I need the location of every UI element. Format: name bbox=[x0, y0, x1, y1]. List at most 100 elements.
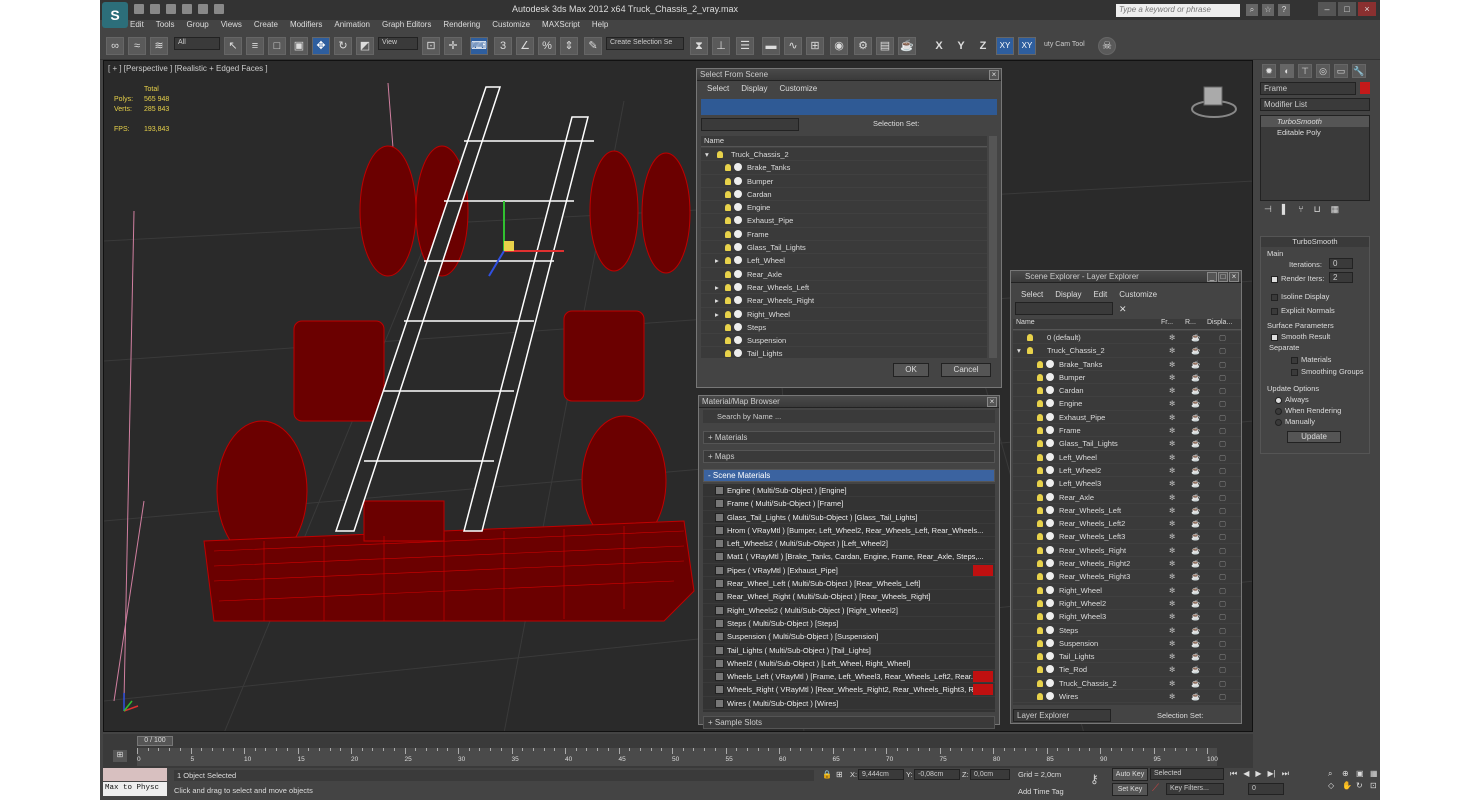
menu-edit[interactable]: Edit bbox=[1093, 290, 1107, 299]
close-button[interactable]: × bbox=[1358, 2, 1376, 16]
y-coordinate-field[interactable]: -0,08cm bbox=[914, 769, 960, 780]
manually-radio[interactable]: Manually bbox=[1275, 417, 1315, 426]
tree-item[interactable]: ▸ Right_Wheel bbox=[701, 308, 987, 321]
material-item[interactable]: Suspension ( Multi/Sub-Object ) [Suspens… bbox=[703, 630, 995, 644]
explicit-normals-checkbox[interactable]: Explicit Normals bbox=[1271, 306, 1335, 315]
angle-snap-icon[interactable]: ∠ bbox=[516, 37, 534, 55]
menu-tools[interactable]: Tools bbox=[156, 20, 175, 32]
key-icon[interactable]: ⚷ bbox=[1090, 772, 1099, 786]
close-icon[interactable]: × bbox=[1229, 272, 1239, 282]
add-time-tag-button[interactable]: Add Time Tag bbox=[1018, 787, 1064, 796]
tree-item[interactable]: ▸ Rear_Wheels_Left bbox=[701, 281, 987, 295]
next-frame-icon[interactable]: ▶| bbox=[1268, 769, 1276, 779]
layer-manager-icon[interactable]: ☰ bbox=[736, 37, 754, 55]
layer-object[interactable]: Brake_Tanks ✻ ☕ ▢ bbox=[1013, 358, 1241, 371]
ribbon-icon[interactable]: ▬ bbox=[762, 37, 780, 55]
layer-object[interactable]: Rear_Wheels_Right ✻ ☕ ▢ bbox=[1013, 544, 1241, 558]
material-item[interactable]: Pipes ( VRayMtl ) [Exhaust_Pipe] bbox=[703, 564, 995, 578]
app-logo-icon[interactable]: S bbox=[102, 2, 128, 28]
close-icon[interactable]: × bbox=[987, 397, 997, 407]
tree-item[interactable]: Rear_Axle bbox=[701, 268, 987, 281]
motion-tab-icon[interactable]: ◎ bbox=[1316, 64, 1330, 78]
tree-item[interactable]: Bumper bbox=[701, 175, 987, 188]
layer-object[interactable]: Rear_Axle ✻ ☕ ▢ bbox=[1013, 491, 1241, 504]
select-manipulate-icon[interactable]: ✛ bbox=[444, 37, 462, 55]
percent-snap-icon[interactable]: % bbox=[538, 37, 556, 55]
menu-customize[interactable]: Customize bbox=[779, 84, 817, 93]
select-rotate-icon[interactable]: ↻ bbox=[334, 37, 352, 55]
smooth-result-checkbox[interactable]: Smooth Result bbox=[1271, 332, 1330, 341]
create-tab-icon[interactable]: ✹ bbox=[1262, 64, 1276, 78]
cam-tool-label[interactable]: uty Cam Tool bbox=[1044, 41, 1085, 48]
search-input[interactable]: Type a keyword or phrase bbox=[1116, 4, 1240, 17]
material-item[interactable]: Wheels_Right ( VRayMtl ) [Rear_Wheels_Ri… bbox=[703, 683, 995, 697]
material-item[interactable]: Steps ( Multi/Sub-Object ) [Steps] bbox=[703, 617, 995, 631]
tree-item[interactable]: Frame bbox=[701, 228, 987, 242]
menu-create[interactable]: Create bbox=[254, 20, 278, 32]
cancel-button[interactable]: Cancel bbox=[941, 363, 991, 377]
current-frame-field[interactable]: 0 bbox=[1248, 783, 1284, 795]
schematic-view-icon[interactable]: ⊞ bbox=[806, 37, 824, 55]
menu-select[interactable]: Select bbox=[1021, 290, 1043, 299]
col-display[interactable]: Displa... bbox=[1207, 319, 1232, 326]
save-icon[interactable] bbox=[166, 4, 176, 14]
axis-y-button[interactable]: Y bbox=[952, 37, 970, 55]
tree-item[interactable]: Glass_Tail_Lights bbox=[701, 241, 987, 255]
x-coordinate-field[interactable]: 9,444cm bbox=[858, 769, 904, 780]
menu-modifiers[interactable]: Modifiers bbox=[290, 20, 322, 32]
zoom-all-icon[interactable]: ⊕ bbox=[1342, 769, 1354, 779]
isoline-checkbox[interactable]: Isoline Display bbox=[1271, 292, 1329, 301]
layer-object[interactable]: Glass_Tail_Lights ✻ ☕ ▢ bbox=[1013, 437, 1241, 451]
modifier-list-dropdown[interactable]: Modifier List bbox=[1260, 98, 1370, 111]
menu-maxscript[interactable]: MAXScript bbox=[542, 20, 580, 32]
material-item[interactable]: Wheel2 ( Multi/Sub-Object ) [Left_Wheel,… bbox=[703, 657, 995, 671]
maxscript-listener-input[interactable] bbox=[103, 768, 167, 781]
redo-icon[interactable] bbox=[198, 4, 208, 14]
maximize-viewport-icon[interactable]: ⊡ bbox=[1370, 781, 1382, 790]
object-name-input[interactable]: Frame bbox=[1260, 82, 1356, 95]
tree-scrollbar[interactable] bbox=[989, 136, 997, 358]
material-item[interactable]: Glass_Tail_Lights ( Multi/Sub-Object ) [… bbox=[703, 511, 995, 524]
axis-x-button[interactable]: X bbox=[930, 37, 948, 55]
link-icon[interactable]: ∞ bbox=[106, 37, 124, 55]
bind-space-warp-icon[interactable]: ≋ bbox=[150, 37, 168, 55]
skull-icon[interactable]: ☠ bbox=[1098, 37, 1116, 55]
material-item[interactable]: Rear_Wheel_Left ( Multi/Sub-Object ) [Re… bbox=[703, 577, 995, 591]
filter-toolbar[interactable] bbox=[701, 99, 997, 115]
material-item[interactable]: Left_Wheels2 ( Multi/Sub-Object ) [Left_… bbox=[703, 537, 995, 551]
menu-views[interactable]: Views bbox=[221, 20, 242, 32]
maps-rollout[interactable]: + Maps bbox=[703, 450, 995, 463]
lock-selection-icon[interactable]: 🔒 bbox=[822, 770, 832, 779]
layer-tree[interactable]: 0 (default) ✻ ☕ ▢ ▾ Truck_Chassis_2 ✻ ☕ ▢ Brake_T… bbox=[1013, 331, 1241, 705]
update-button[interactable]: Update bbox=[1287, 431, 1341, 443]
snaps-toggle-icon[interactable]: 3 bbox=[494, 37, 512, 55]
layer-root[interactable]: ▾ Truck_Chassis_2 ✻ ☕ ▢ bbox=[1013, 344, 1241, 358]
align-icon[interactable]: ⊥ bbox=[712, 37, 730, 55]
layer-object[interactable]: Exhaust_Pipe ✻ ☕ ▢ bbox=[1013, 411, 1241, 425]
menu-display[interactable]: Display bbox=[741, 84, 767, 93]
always-radio[interactable]: Always bbox=[1275, 395, 1309, 404]
viewcube-icon[interactable] bbox=[1190, 83, 1238, 119]
key-mode-dropdown[interactable]: Selected bbox=[1150, 768, 1224, 780]
layer-object[interactable]: Right_Wheel2 ✻ ☕ ▢ bbox=[1013, 597, 1241, 611]
layer-object[interactable]: Tail_Lights ✻ ☕ ▢ bbox=[1013, 650, 1241, 664]
render-setup-icon[interactable]: ⚙ bbox=[854, 37, 872, 55]
clear-icon[interactable]: ✕ bbox=[1119, 304, 1127, 315]
object-color-swatch[interactable] bbox=[1360, 82, 1370, 94]
tree-item[interactable]: Suspension bbox=[701, 334, 987, 348]
display-tab-icon[interactable]: ▭ bbox=[1334, 64, 1348, 78]
scene-object-tree[interactable]: ▾ Truck_Chassis_2 Brake_Tanks Bumper Cardan E… bbox=[701, 148, 987, 358]
open-icon[interactable] bbox=[150, 4, 160, 14]
menu-customize[interactable]: Customize bbox=[1119, 290, 1157, 299]
tree-item[interactable]: Tail_Lights bbox=[701, 347, 987, 358]
select-object-icon[interactable]: ↖ bbox=[224, 37, 242, 55]
axis-xy-cycle-button[interactable]: XY bbox=[1018, 37, 1036, 55]
menu-select[interactable]: Select bbox=[707, 84, 729, 93]
remove-modifier-icon[interactable]: ⊔ bbox=[1314, 204, 1321, 215]
layer-object[interactable]: Left_Wheel2 ✻ ☕ ▢ bbox=[1013, 464, 1241, 478]
layer-object[interactable]: Rear_Wheels_Right2 ✻ ☕ ▢ bbox=[1013, 557, 1241, 571]
time-slider[interactable]: 0 / 100 bbox=[137, 736, 173, 746]
pivot-center-icon[interactable]: ⊡ bbox=[422, 37, 440, 55]
layer-object[interactable]: Rear_Wheels_Right3 ✻ ☕ ▢ bbox=[1013, 570, 1241, 584]
tree-item[interactable]: Brake_Tanks bbox=[701, 161, 987, 175]
